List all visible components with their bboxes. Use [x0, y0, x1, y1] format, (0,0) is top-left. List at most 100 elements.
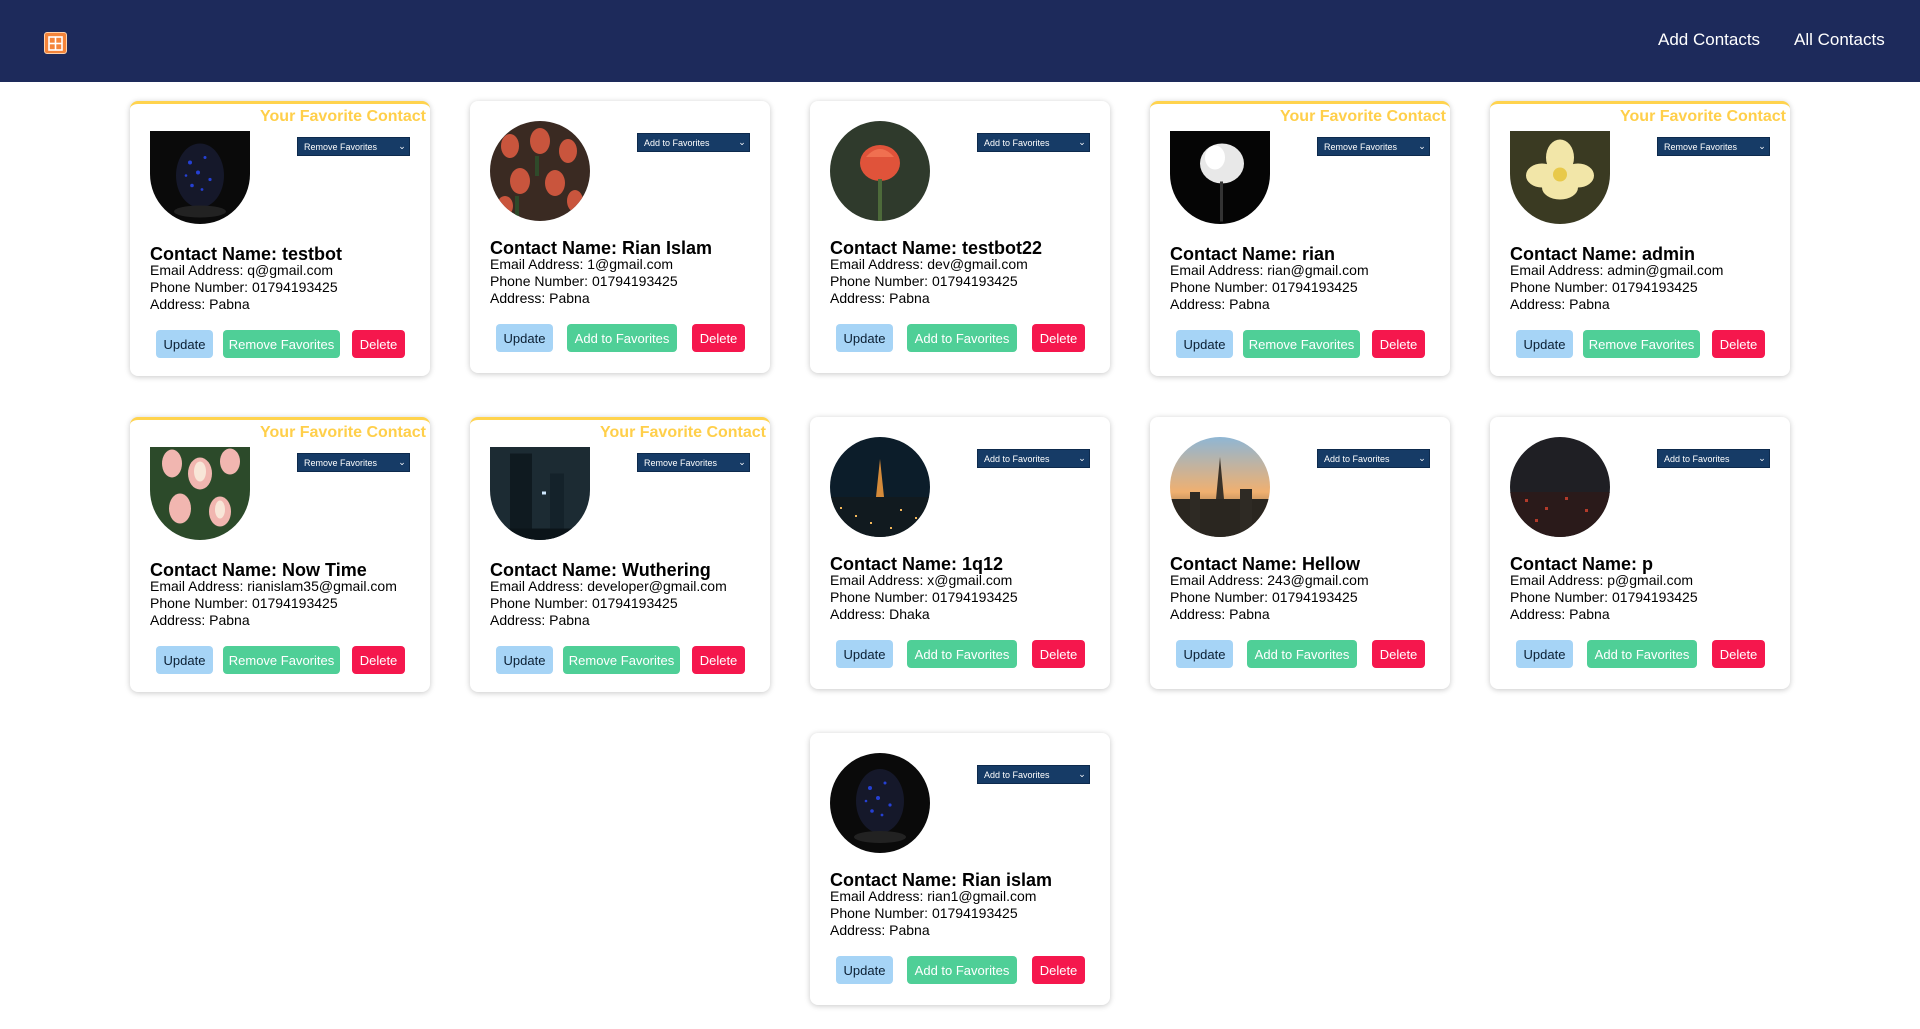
favorite-banner: Your Favorite Contact	[260, 424, 426, 441]
delete-button[interactable]: Delete	[1712, 330, 1765, 358]
contact-card: Your Favorite Contact Remove Favorites ⌄ Co…	[1490, 101, 1790, 376]
contact-card: Your Favorite Contact Remove Favorites ⌄ Co…	[130, 417, 430, 692]
update-button[interactable]: Update	[156, 646, 213, 674]
favorite-select[interactable]: Add to Favorites ⌄	[977, 133, 1090, 152]
contact-avatar	[830, 753, 930, 853]
favorite-select[interactable]: Add to Favorites ⌄	[1317, 449, 1430, 468]
remove-favorites-button[interactable]: Remove Favorites	[1583, 330, 1700, 358]
update-button[interactable]: Update	[156, 330, 213, 358]
favorite-select[interactable]: Remove Favorites ⌄	[297, 137, 410, 156]
chevron-down-icon: ⌄	[1078, 769, 1086, 779]
favorite-select-value: Remove Favorites	[304, 457, 378, 468]
chevron-down-icon: ⌄	[1758, 453, 1766, 463]
contact-avatar	[1170, 437, 1270, 537]
contact-avatar	[1510, 131, 1610, 224]
favorite-select[interactable]: Add to Favorites ⌄	[1657, 449, 1770, 468]
favorite-select-value: Add to Favorites	[984, 769, 1050, 780]
delete-button[interactable]: Delete	[1032, 324, 1085, 352]
nav-all-contacts[interactable]: All Contacts	[1794, 30, 1885, 50]
add-to-favorites-button[interactable]: Add to Favorites	[567, 324, 677, 352]
contact-phone: Phone Number: 01794193425	[830, 589, 1018, 605]
favorite-select[interactable]: Add to Favorites ⌄	[637, 133, 750, 152]
contact-card: Add to Favorites ⌄ Contact Name: p Email Ad…	[1490, 417, 1790, 689]
add-to-favorites-button[interactable]: Add to Favorites	[1247, 640, 1357, 668]
update-button[interactable]: Update	[836, 956, 893, 984]
contact-email: Email Address: q@gmail.com	[150, 262, 334, 278]
contact-card: Your Favorite Contact Remove Favorites ⌄ Co…	[470, 417, 770, 692]
remove-favorites-button[interactable]: Remove Favorites	[223, 646, 340, 674]
delete-button[interactable]: Delete	[352, 646, 405, 674]
favorite-select-value: Remove Favorites	[304, 141, 378, 152]
update-button[interactable]: Update	[496, 324, 553, 352]
contact-card: Add to Favorites ⌄ Contact Name: Rian isla…	[810, 733, 1110, 1005]
contact-phone: Phone Number: 01794193425	[1170, 589, 1358, 605]
remove-favorites-button[interactable]: Remove Favorites	[223, 330, 340, 358]
contact-email: Email Address: 243@gmail.com	[1170, 572, 1369, 588]
contact-avatar	[1510, 437, 1610, 537]
add-to-favorites-button[interactable]: Add to Favorites	[907, 324, 1017, 352]
contact-address: Address: Pabna	[830, 922, 930, 938]
delete-button[interactable]: Delete	[1032, 956, 1085, 984]
add-to-favorites-button[interactable]: Add to Favorites	[907, 640, 1017, 668]
favorite-select-value: Remove Favorites	[1324, 141, 1398, 152]
delete-button[interactable]: Delete	[692, 646, 745, 674]
contact-avatar	[490, 447, 590, 540]
contact-email: Email Address: 1@gmail.com	[490, 256, 674, 272]
contact-card: Add to Favorites ⌄ Contact Name: 1q12 Email…	[810, 417, 1110, 689]
chevron-down-icon: ⌄	[398, 141, 406, 151]
update-button[interactable]: Update	[1516, 640, 1573, 668]
contact-avatar	[490, 121, 590, 221]
favorite-select[interactable]: Remove Favorites ⌄	[1317, 137, 1430, 156]
favorite-select-value: Remove Favorites	[644, 457, 718, 468]
update-button[interactable]: Update	[1176, 640, 1233, 668]
contact-address: Address: Pabna	[1510, 606, 1610, 622]
update-button[interactable]: Update	[836, 640, 893, 668]
favorite-banner: Your Favorite Contact	[260, 108, 426, 125]
favorite-select-value: Add to Favorites	[1324, 453, 1390, 464]
contact-address: Address: Pabna	[490, 612, 590, 628]
delete-button[interactable]: Delete	[352, 330, 405, 358]
update-button[interactable]: Update	[836, 324, 893, 352]
navbar: Add Contacts All Contacts	[0, 0, 1920, 82]
delete-button[interactable]: Delete	[1712, 640, 1765, 668]
contact-email: Email Address: x@gmail.com	[830, 572, 1013, 588]
contact-phone: Phone Number: 01794193425	[490, 273, 678, 289]
nav-add-contacts[interactable]: Add Contacts	[1658, 30, 1760, 50]
favorite-banner: Your Favorite Contact	[600, 424, 766, 441]
favorite-select[interactable]: Remove Favorites ⌄	[1657, 137, 1770, 156]
remove-favorites-button[interactable]: Remove Favorites	[563, 646, 680, 674]
contact-address: Address: Pabna	[490, 290, 590, 306]
delete-button[interactable]: Delete	[1372, 330, 1425, 358]
chevron-down-icon: ⌄	[738, 457, 746, 467]
favorite-select[interactable]: Add to Favorites ⌄	[977, 765, 1090, 784]
delete-button[interactable]: Delete	[1032, 640, 1085, 668]
update-button[interactable]: Update	[1516, 330, 1573, 358]
delete-button[interactable]: Delete	[692, 324, 745, 352]
contact-card: Your Favorite Contact Remove Favorites ⌄ Co…	[1150, 101, 1450, 376]
add-to-favorites-button[interactable]: Add to Favorites	[907, 956, 1017, 984]
contact-avatar	[830, 437, 930, 537]
contact-phone: Phone Number: 01794193425	[830, 273, 1018, 289]
favorite-select[interactable]: Add to Favorites ⌄	[977, 449, 1090, 468]
contact-card: Add to Favorites ⌄ Contact Name: testbot22…	[810, 101, 1110, 373]
contact-phone: Phone Number: 01794193425	[1170, 279, 1358, 295]
contact-phone: Phone Number: 01794193425	[150, 279, 338, 295]
favorite-select-value: Add to Favorites	[984, 453, 1050, 464]
app-logo-icon[interactable]	[44, 32, 67, 54]
chevron-down-icon: ⌄	[1758, 141, 1766, 151]
chevron-down-icon: ⌄	[1078, 453, 1086, 463]
contact-email: Email Address: dev@gmail.com	[830, 256, 1028, 272]
contact-avatar	[150, 447, 250, 540]
contact-address: Address: Pabna	[150, 296, 250, 312]
update-button[interactable]: Update	[496, 646, 553, 674]
add-to-favorites-button[interactable]: Add to Favorites	[1587, 640, 1697, 668]
contact-card: Add to Favorites ⌄ Contact Name: Rian Isla…	[470, 101, 770, 373]
favorite-select[interactable]: Remove Favorites ⌄	[637, 453, 750, 472]
delete-button[interactable]: Delete	[1372, 640, 1425, 668]
contact-email: Email Address: admin@gmail.com	[1510, 262, 1724, 278]
chevron-down-icon: ⌄	[738, 137, 746, 147]
update-button[interactable]: Update	[1176, 330, 1233, 358]
remove-favorites-button[interactable]: Remove Favorites	[1243, 330, 1360, 358]
contact-phone: Phone Number: 01794193425	[830, 905, 1018, 921]
favorite-select[interactable]: Remove Favorites ⌄	[297, 453, 410, 472]
